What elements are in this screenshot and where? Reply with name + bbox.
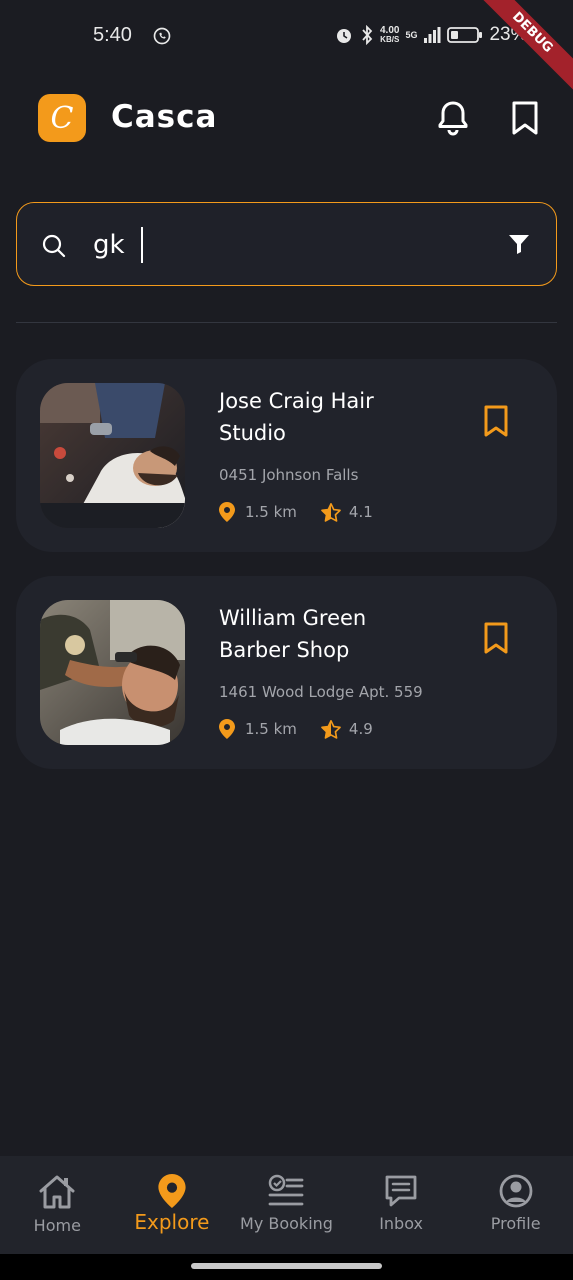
nav-booking-label: My Booking [240, 1214, 333, 1233]
nav-inbox[interactable]: Inbox [344, 1156, 459, 1254]
notifications-button[interactable] [435, 100, 471, 136]
network-speed: 4.00 KB/S [380, 25, 400, 45]
barbershop-photo [40, 600, 185, 745]
search-bar[interactable] [16, 202, 557, 286]
star-half-icon [321, 502, 341, 522]
search-icon [42, 234, 66, 258]
status-time: 5:40 [93, 24, 132, 46]
app-header: C Casca [38, 94, 543, 142]
nav-profile[interactable]: Profile [458, 1156, 573, 1254]
chat-icon [385, 1175, 417, 1207]
rating: 4.9 [348, 720, 373, 738]
bluetooth-icon [362, 25, 373, 45]
barbershop-address: 1461 Wood Lodge Apt. 559 [219, 683, 423, 701]
nav-profile-label: Profile [490, 1214, 541, 1233]
alarm-icon [337, 29, 351, 43]
booking-list-icon [269, 1174, 304, 1206]
location-pin-icon [219, 502, 235, 522]
search-input[interactable] [93, 227, 473, 263]
distance: 1.5 km [245, 503, 297, 521]
barbershop-meta: 1.5 km 4.9 [219, 719, 373, 739]
debug-label: DEBUG [473, 0, 573, 94]
bottom-nav: Home Explore My Booking Inbox Profile [0, 1156, 573, 1254]
barbershop-name: Jose Craig Hair Studio [219, 389, 374, 445]
bell-icon [438, 101, 468, 136]
barbershop-card[interactable]: William Green Barber Shop 1461 Wood Lodg… [16, 576, 557, 769]
user-icon [499, 1174, 533, 1208]
app-logo: C [38, 94, 86, 142]
barbershop-card[interactable]: Jose Craig Hair Studio 0451 Johnson Fall… [16, 359, 557, 552]
nav-inbox-label: Inbox [379, 1214, 423, 1233]
bookmark-icon[interactable] [481, 403, 511, 439]
star-half-icon [321, 719, 341, 739]
barbershop-address: 0451 Johnson Falls [219, 466, 359, 484]
logo-letter: C [50, 100, 74, 136]
barbershop-name: William Green Barber Shop [219, 606, 367, 662]
app-title: Casca [111, 99, 218, 135]
whatsapp-icon [153, 27, 171, 45]
nav-home[interactable]: Home [0, 1156, 115, 1254]
home-icon [39, 1175, 75, 1209]
filter-icon[interactable] [508, 233, 530, 255]
debug-banner: DEBUG [473, 0, 573, 100]
network-type: 5G [405, 30, 418, 40]
rating: 4.1 [348, 503, 373, 521]
bookmark-icon [512, 101, 538, 135]
nav-explore-label: Explore [134, 1210, 210, 1234]
divider [16, 322, 557, 323]
home-indicator[interactable] [191, 1263, 382, 1269]
distance: 1.5 km [245, 720, 297, 738]
nav-booking[interactable]: My Booking [229, 1156, 344, 1254]
gesture-area [0, 1254, 573, 1280]
saved-button[interactable] [507, 100, 543, 136]
bookmark-icon[interactable] [481, 620, 511, 656]
location-pin-icon [158, 1174, 186, 1208]
barbershop-photo [40, 383, 185, 528]
barbershop-meta: 1.5 km 4.1 [219, 502, 373, 522]
text-caret [141, 227, 143, 263]
signal-icon [424, 27, 441, 43]
nav-explore[interactable]: Explore [115, 1156, 230, 1254]
nav-home-label: Home [33, 1216, 81, 1235]
location-pin-icon [219, 719, 235, 739]
